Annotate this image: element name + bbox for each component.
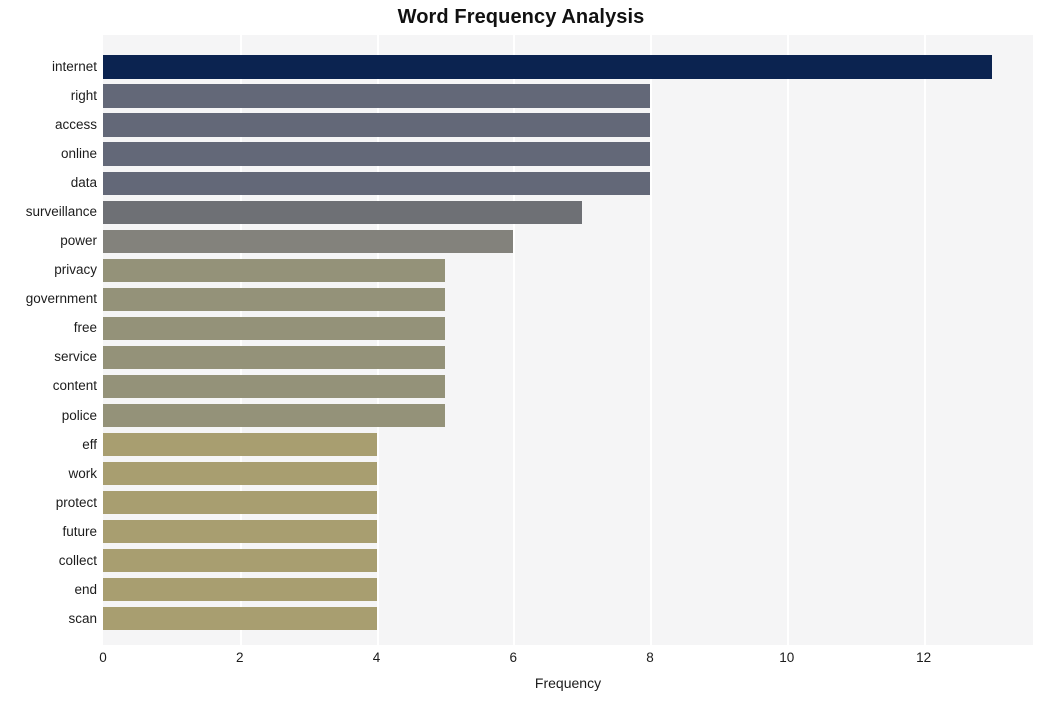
bar-track bbox=[103, 607, 1033, 631]
y-tick-label: free bbox=[73, 320, 97, 336]
y-tick-label: protect bbox=[55, 494, 97, 510]
y-tick-label: surveillance bbox=[25, 204, 97, 220]
bar-track bbox=[103, 403, 1033, 428]
bar[interactable] bbox=[103, 345, 445, 370]
x-tick-label: 8 bbox=[646, 650, 654, 665]
bar[interactable] bbox=[103, 200, 582, 224]
bar-track bbox=[103, 578, 1033, 602]
y-tick-label: collect bbox=[58, 552, 97, 568]
y-tick-label: privacy bbox=[54, 262, 97, 278]
x-tick-label: 6 bbox=[509, 650, 518, 665]
bar-track bbox=[103, 520, 1033, 544]
bar[interactable] bbox=[103, 549, 377, 573]
x-tick-label: 4 bbox=[372, 650, 381, 665]
bar[interactable] bbox=[103, 374, 445, 399]
y-tick-label: future bbox=[62, 523, 97, 539]
y-tick-label: scan bbox=[68, 610, 97, 626]
y-tick-label: government bbox=[25, 291, 97, 307]
bar[interactable] bbox=[103, 491, 377, 515]
x-axis-title: Frequency bbox=[534, 675, 602, 691]
x-tick-label: 10 bbox=[779, 650, 795, 665]
bar[interactable] bbox=[103, 55, 992, 79]
chart-figure: Word Frequency Analysis internet right acc… bbox=[0, 0, 1042, 701]
bar[interactable] bbox=[103, 229, 514, 253]
bar[interactable] bbox=[103, 432, 377, 457]
y-tick-label: access bbox=[54, 117, 97, 133]
bar-track bbox=[103, 491, 1033, 515]
x-tick-label: 0 bbox=[99, 650, 107, 665]
bar-track bbox=[103, 55, 1033, 79]
y-tick-label: police bbox=[61, 407, 97, 423]
y-tick-label: online bbox=[60, 146, 97, 162]
bar[interactable] bbox=[103, 520, 377, 544]
bar-track bbox=[103, 229, 1033, 253]
y-tick-label: internet bbox=[51, 58, 97, 74]
x-tick-label: 12 bbox=[916, 650, 932, 665]
y-tick-label: end bbox=[74, 581, 97, 597]
bar-track bbox=[103, 200, 1033, 224]
bar-track bbox=[103, 374, 1033, 399]
y-tick-label: power bbox=[60, 233, 97, 249]
chart-title: Word Frequency Analysis bbox=[397, 6, 645, 28]
bar[interactable] bbox=[103, 403, 445, 428]
y-tick-label: data bbox=[70, 175, 97, 191]
bar-track bbox=[103, 84, 1033, 108]
y-tick-label: right bbox=[70, 88, 97, 103]
y-axis: internet right access online data surveillanc… bbox=[0, 35, 97, 645]
bar-track bbox=[103, 316, 1033, 340]
bar-track bbox=[103, 258, 1033, 282]
bar-track bbox=[103, 113, 1033, 137]
bar-track bbox=[103, 549, 1033, 573]
bar[interactable] bbox=[103, 462, 377, 486]
bar[interactable] bbox=[103, 171, 651, 195]
bar[interactable] bbox=[103, 113, 651, 137]
x-tick-label: 2 bbox=[235, 650, 244, 665]
bar[interactable] bbox=[103, 84, 651, 108]
bar-track bbox=[103, 142, 1033, 166]
bar[interactable] bbox=[103, 258, 445, 282]
plot-area bbox=[103, 35, 1033, 645]
bar[interactable] bbox=[103, 316, 445, 340]
y-tick-label: eff bbox=[82, 436, 97, 452]
bar-track bbox=[103, 462, 1033, 486]
bar-track bbox=[103, 171, 1033, 195]
bar-track bbox=[103, 345, 1033, 370]
bar[interactable] bbox=[103, 142, 651, 166]
y-tick-label: service bbox=[54, 349, 97, 365]
y-tick-label: work bbox=[68, 465, 97, 481]
x-axis: 0 2 4 6 8 10 12 bbox=[0, 650, 1042, 672]
bar-track bbox=[103, 432, 1033, 457]
bar-track bbox=[103, 287, 1033, 311]
bar[interactable] bbox=[103, 578, 377, 602]
bar[interactable] bbox=[103, 287, 445, 311]
bar[interactable] bbox=[103, 607, 377, 631]
y-tick-label: content bbox=[52, 378, 97, 394]
